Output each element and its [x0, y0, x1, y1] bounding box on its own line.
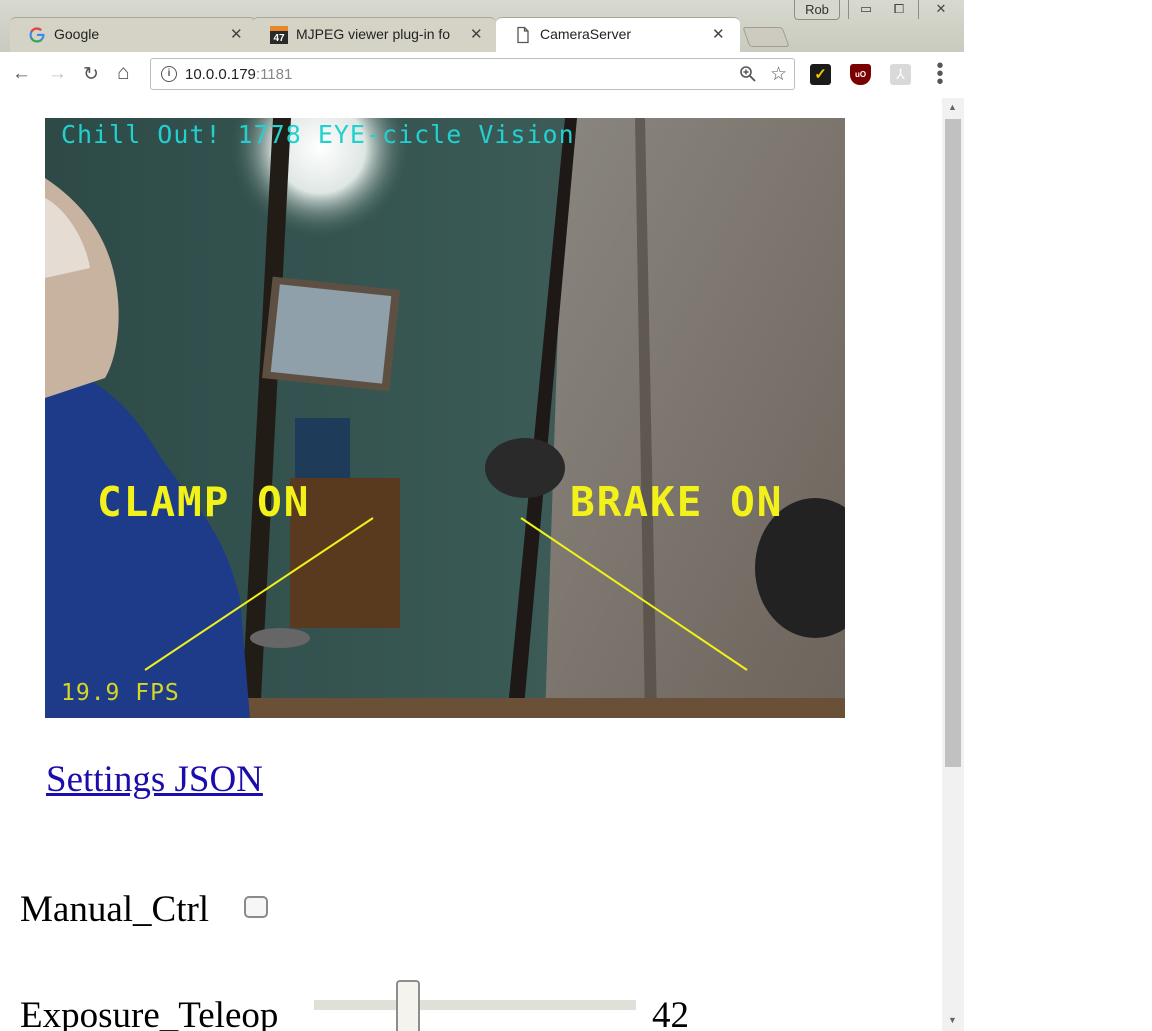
tab-google[interactable]: Google ✕	[10, 17, 256, 52]
minimize-icon: ▭	[859, 1, 873, 16]
home-icon[interactable]: ⌂	[117, 61, 130, 85]
desktop-background	[964, 0, 1152, 1031]
tab-title: Google	[54, 26, 100, 42]
browser-window: Rob ▭ ⧠ ✕ Google ✕ 47 MJPEG viewer plug-…	[0, 0, 964, 1031]
fps-readout: 19.9 FPS	[61, 680, 180, 706]
tab-cameraserver[interactable]: CameraServer ✕	[496, 17, 740, 52]
url-port: :1181	[255, 66, 293, 83]
profile-button[interactable]: Rob	[794, 0, 840, 20]
page-content: Chill Out! 1778 EYE-cicle Vision CLAMP O…	[0, 98, 942, 1031]
zoom-icon[interactable]	[739, 65, 757, 88]
toolbar: ← → ↻ ⌂ i 10.0.0.179:1181 ☆ ✓ uO ⅄ • • •	[0, 52, 964, 99]
maximize-button[interactable]: ⧠	[882, 0, 916, 19]
manual-ctrl-label: Manual_Ctrl	[20, 889, 210, 930]
exposure-teleop-label: Exposure_Teleop	[20, 995, 279, 1031]
tab-strip: Rob ▭ ⧠ ✕ Google ✕ 47 MJPEG viewer plug-…	[0, 0, 964, 52]
manual-ctrl-checkbox[interactable]	[244, 896, 268, 918]
vertical-scrollbar[interactable]: ▲ ▼	[942, 98, 964, 1031]
camera-scene	[45, 118, 845, 718]
reload-icon[interactable]: ↻	[83, 63, 99, 86]
tab-mjpeg-viewer[interactable]: 47 MJPEG viewer plug-in fo ✕	[252, 17, 496, 52]
zoom-magnifier-icon	[740, 66, 756, 82]
back-icon[interactable]: ←	[12, 63, 31, 85]
bookmark-star-icon[interactable]: ☆	[770, 63, 787, 86]
close-icon: ✕	[935, 1, 947, 16]
tab-title: MJPEG viewer plug-in fo	[296, 26, 451, 42]
close-window-button[interactable]: ✕	[918, 0, 963, 19]
camera-banner-text: Chill Out! 1778 EYE-cicle Vision	[61, 120, 575, 149]
google-g-icon	[29, 27, 45, 43]
url-text[interactable]: 10.0.0.179:1181	[185, 66, 292, 83]
brake-status-text: BRAKE ON	[570, 478, 784, 526]
extension-checkmark-icon[interactable]: ✓	[810, 64, 831, 85]
pdf-extension-icon[interactable]: ⅄	[890, 64, 911, 85]
new-tab-button[interactable]	[742, 27, 790, 47]
site-47-icon: 47	[270, 26, 288, 44]
clamp-status-text: CLAMP ON	[97, 478, 311, 526]
minimize-button[interactable]: ▭	[848, 0, 883, 19]
svg-text:47: 47	[273, 33, 285, 44]
scrollbar-thumb[interactable]	[945, 119, 961, 767]
ublock-icon[interactable]: uO	[850, 64, 871, 85]
close-tab-icon[interactable]: ✕	[470, 25, 483, 43]
maximize-icon: ⧠	[893, 1, 905, 16]
scroll-up-icon[interactable]: ▲	[948, 102, 957, 112]
address-bar[interactable]: i 10.0.0.179:1181 ☆	[150, 58, 795, 90]
url-host: 10.0.0.179	[185, 66, 256, 83]
page-icon	[517, 26, 529, 44]
close-tab-icon[interactable]: ✕	[230, 25, 243, 43]
exposure-slider-thumb[interactable]	[396, 980, 420, 1031]
scroll-down-icon[interactable]: ▼	[948, 1015, 957, 1025]
exposure-value: 42	[652, 995, 689, 1031]
exposure-slider-track[interactable]	[314, 1000, 636, 1010]
camera-stream: Chill Out! 1778 EYE-cicle Vision CLAMP O…	[45, 118, 845, 718]
forward-icon[interactable]: →	[48, 63, 67, 85]
tab-title: CameraServer	[540, 26, 632, 42]
info-icon[interactable]: i	[161, 66, 177, 82]
close-tab-icon[interactable]: ✕	[712, 25, 725, 43]
settings-json-link[interactable]: Settings JSON	[46, 758, 263, 801]
menu-kebab-icon[interactable]: • • •	[930, 56, 950, 92]
